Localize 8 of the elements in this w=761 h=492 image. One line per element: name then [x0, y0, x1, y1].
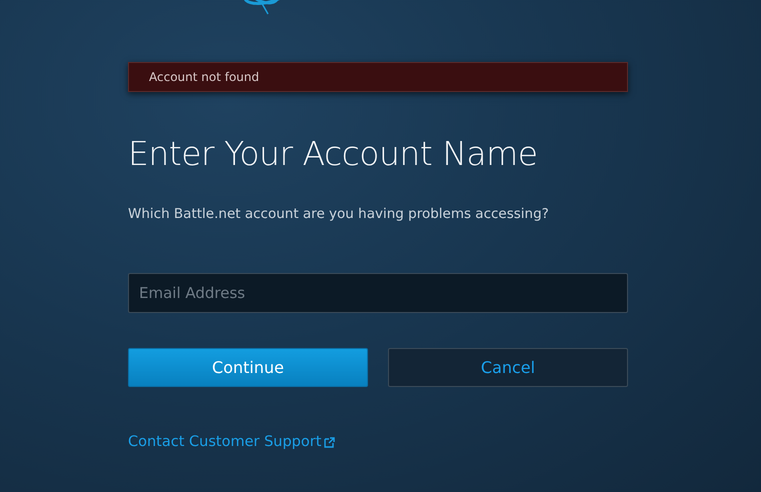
page-heading: Enter Your Account Name [128, 134, 539, 173]
continue-button[interactable]: Continue [128, 348, 368, 387]
external-link-icon [324, 436, 336, 448]
support-link[interactable]: Contact Customer Support [128, 434, 322, 450]
prompt-text: Which Battle.net account are you having problems accessing? [128, 206, 550, 222]
cancel-button[interactable]: Cancel [388, 348, 628, 387]
error-alert: Account not found [128, 62, 628, 92]
email-field[interactable]: Email Address [128, 273, 628, 313]
